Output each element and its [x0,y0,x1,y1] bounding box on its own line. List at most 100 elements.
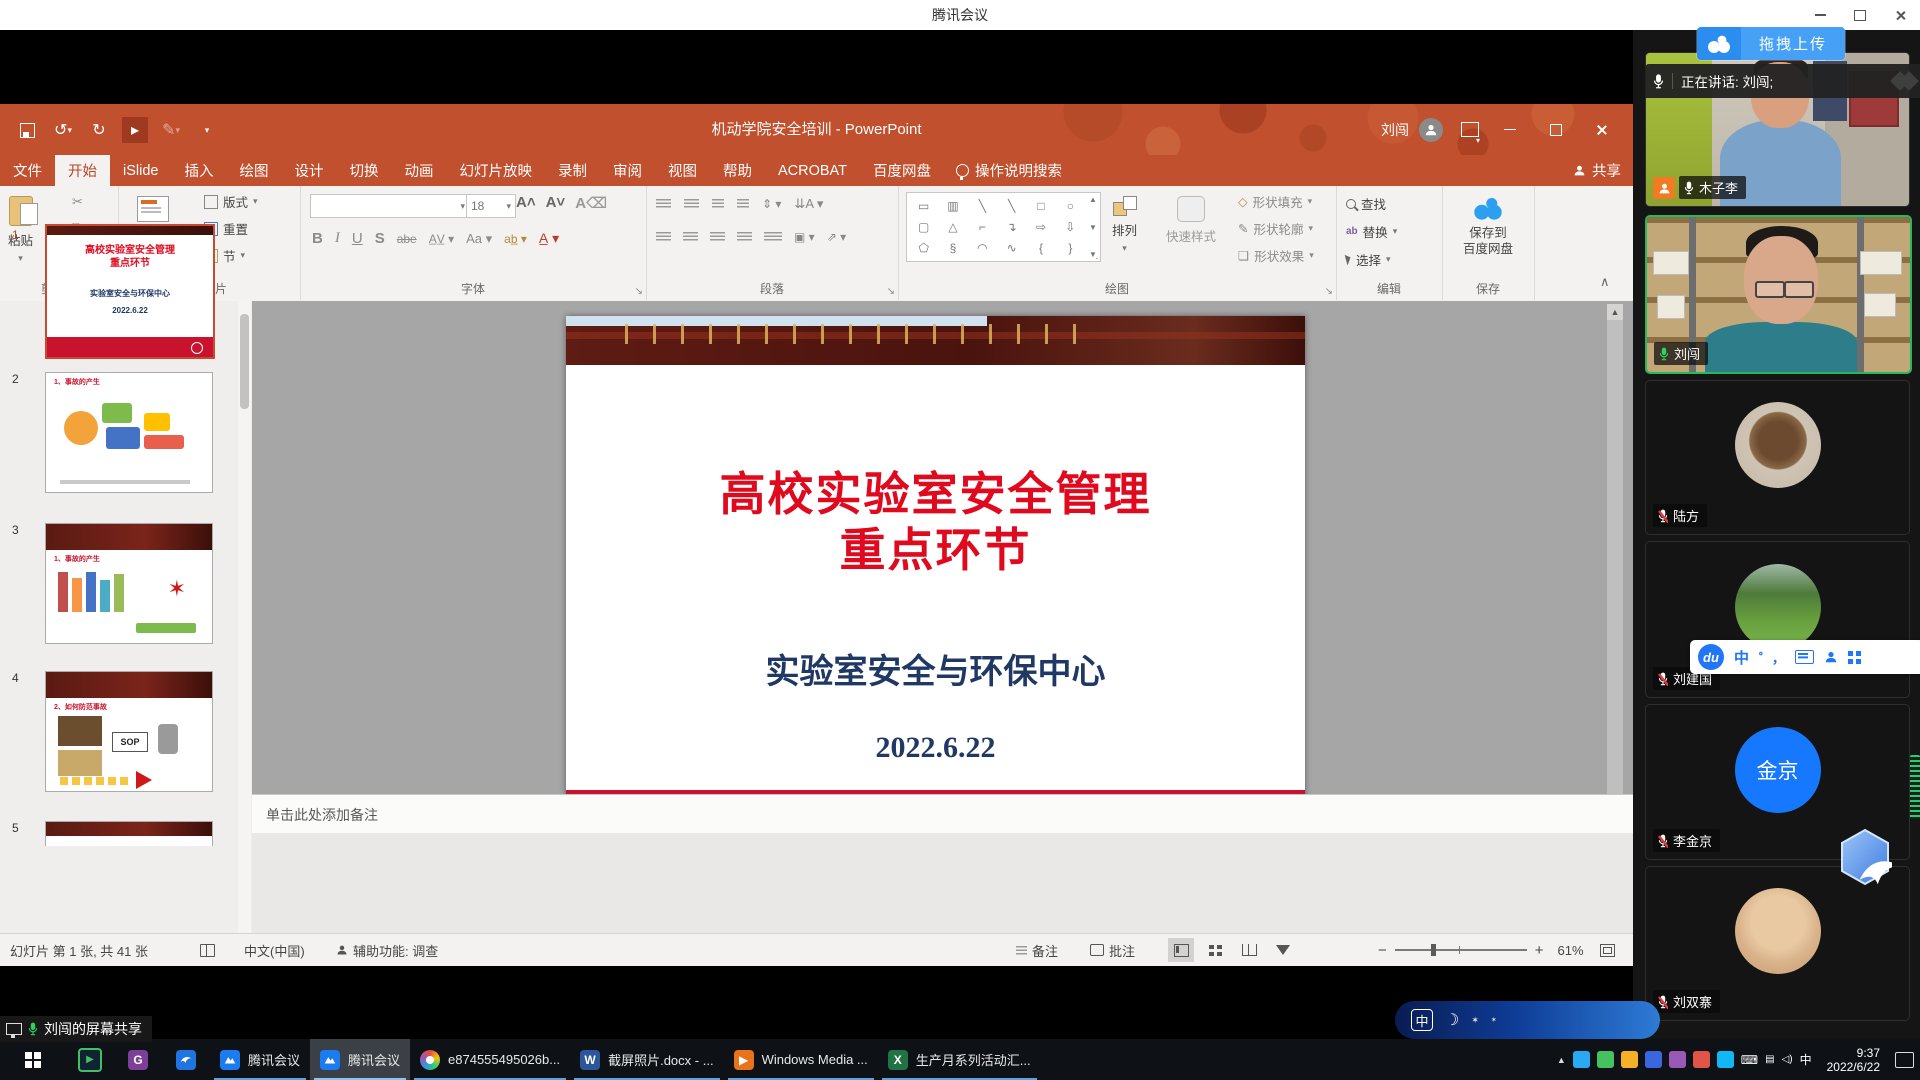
video-tile-participant-4[interactable]: 刘建国 [1645,541,1910,698]
taskbar-tencent-meeting-2[interactable]: 腾讯会议 [310,1039,410,1080]
change-case-button[interactable]: Aa ▾ [466,231,492,247]
tab-transitions[interactable]: 切换 [336,155,391,186]
spellcheck-icon[interactable] [200,934,215,966]
notes-toggle[interactable]: 备注 [1016,934,1058,966]
select-button[interactable]: 选择▾ [1346,250,1397,269]
video-tile-participant-6[interactable]: 刘双寨 [1645,866,1910,1021]
thumbnail-slide-2[interactable]: 1、事故的产生 [45,372,213,493]
accessibility-status[interactable]: 辅助功能: 调查 [336,934,438,966]
taskbar-tencent-meeting-1[interactable]: 腾讯会议 [210,1039,310,1080]
ppt-minimize-button[interactable] [1487,104,1533,155]
justify-button[interactable] [737,232,752,243]
cut-button[interactable]: ✂ [72,194,89,210]
ribbon-options-icon[interactable] [1461,122,1479,137]
shadow-button[interactable]: S [375,230,385,247]
meeting-minimize-button[interactable] [1800,0,1840,30]
shape-fill-button[interactable]: ◇形状填充▾ [1238,192,1314,211]
meeting-maximize-button[interactable] [1840,0,1880,30]
zoom-in-button[interactable]: + [1535,942,1544,959]
tab-baidu-netdisk[interactable]: 百度网盘 [860,155,944,186]
ime-language-toggle[interactable]: 中 [1734,647,1749,668]
taskbar-clock[interactable]: 9:37 2022/6/22 [1827,1046,1880,1074]
tray-volume-icon[interactable]: ◁) [1782,1054,1793,1065]
tray-chevron-icon[interactable]: ▲ [1557,1055,1566,1065]
tab-animations[interactable]: 动画 [391,155,446,186]
shape-effects-button[interactable]: ❏形状效果▾ [1238,246,1314,265]
undo-button[interactable]: ↺▾ [50,117,76,143]
redo-button[interactable]: ↻ [86,117,112,143]
slide-counter[interactable]: 幻灯片 第 1 张, 共 41 张 [10,934,148,966]
baidu-ime-toolbar[interactable]: du 中 ゜， [1690,640,1920,674]
share-button[interactable]: 共享 [1573,155,1621,186]
decrease-indent-button[interactable] [712,199,724,210]
char-spacing-button[interactable]: A̲V̲ ▾ [429,232,454,246]
tray-icon-orange[interactable] [1621,1051,1638,1068]
increase-indent-button[interactable] [737,199,749,210]
align-left-button[interactable] [656,232,671,243]
video-tile-participant-3[interactable]: 陆方 [1645,380,1910,535]
taskbar-image-file[interactable]: e874555495026b... [410,1039,570,1080]
taskbar-thunder[interactable] [162,1039,210,1080]
zoom-slider-thumb[interactable] [1431,944,1436,956]
fit-slide-button[interactable] [1600,944,1615,957]
taskbar-pdf-app[interactable]: G [114,1039,162,1080]
thunder-dock-widget[interactable] [1910,755,1920,819]
slide-subtitle[interactable]: 实验室安全与环保中心 [566,644,1305,693]
font-name-combobox[interactable]: ▾ [310,194,470,218]
language-indicator[interactable]: 中文(中国) [244,934,305,966]
meeting-close-button[interactable] [1880,0,1920,30]
thumbnail-slide-3[interactable]: 1、事故的产生 ✶ [45,523,213,644]
taskbar-excel-doc[interactable]: X 生产月系列活动汇... [878,1039,1041,1080]
customize-qat-button[interactable]: ▾ [194,117,220,143]
tray-icon-blue[interactable] [1645,1051,1662,1068]
action-center-icon[interactable] [1895,1052,1914,1068]
layout-button[interactable]: 版式▾ [204,192,258,211]
smartart-convert-button[interactable]: ⇗ ▾ [827,230,846,244]
tab-review[interactable]: 审阅 [600,155,655,186]
tell-me-search[interactable]: 操作说明搜索 [944,155,1074,186]
tray-icon-teal[interactable] [1717,1051,1734,1068]
align-right-button[interactable] [710,232,725,243]
tab-draw[interactable]: 绘图 [226,155,281,186]
tab-acrobat[interactable]: ACROBAT [765,155,860,186]
tab-record[interactable]: 录制 [545,155,600,186]
zoom-out-button[interactable]: − [1378,942,1387,959]
soft-keyboard-icon[interactable] [1795,650,1814,664]
ppt-restore-button[interactable] [1533,104,1579,155]
notes-placeholder[interactable]: 单击此处添加备注 [266,805,378,825]
save-button[interactable] [14,117,40,143]
tab-insert[interactable]: 插入 [171,155,226,186]
bullets-button[interactable] [656,199,671,210]
start-button[interactable] [0,1039,66,1080]
zoom-slider[interactable] [1395,949,1527,951]
font-dialog-launcher[interactable]: ↘ [635,286,643,297]
thumbnail-scrollbar-thumb[interactable] [240,314,249,409]
comments-toggle[interactable]: 批注 [1090,934,1135,966]
shape-outline-button[interactable]: ✎形状轮廓▾ [1238,219,1314,238]
slideshow-view-button[interactable] [1270,938,1296,962]
tray-icon-green[interactable] [1597,1051,1614,1068]
paragraph-dialog-launcher[interactable]: ↘ [887,286,895,297]
tray-keyboard-icon[interactable]: ⌨ [1741,1053,1758,1067]
zoom-level[interactable]: 61% [1558,943,1584,958]
taskbar-wmp[interactable]: ▶ Windows Media ... [724,1039,878,1080]
font-color-button[interactable]: A̲ ▾ [539,230,559,247]
find-button[interactable]: 查找 [1346,194,1397,213]
tab-home[interactable]: 开始 [55,155,110,186]
thumbnail-slide-5[interactable] [45,821,213,846]
notes-pane[interactable]: 单击此处添加备注 [252,794,1633,834]
slide-sorter-view-button[interactable] [1202,938,1228,962]
tab-help[interactable]: 帮助 [710,155,765,186]
paste-button[interactable]: 粘贴▾ [8,188,33,264]
scroll-up-icon[interactable]: ▲ [1607,304,1623,320]
tab-islide[interactable]: iSlide [110,155,171,186]
tab-design[interactable]: 设计 [281,155,336,186]
quick-styles-button[interactable]: 快速样式 [1166,188,1216,245]
strikethrough-button[interactable]: abe [397,232,417,246]
clear-formatting-button[interactable]: A⌫ [575,194,607,212]
thumbnail-slide-1[interactable]: 高校实验室安全管理重点环节 实验室安全与环保中心 2022.6.22 [45,224,215,359]
bold-button[interactable]: B [312,230,323,247]
ppt-close-button[interactable] [1579,104,1625,155]
slide-date[interactable]: 2022.6.22 [566,731,1305,765]
decrease-font-button[interactable]: A˅ [546,194,566,212]
